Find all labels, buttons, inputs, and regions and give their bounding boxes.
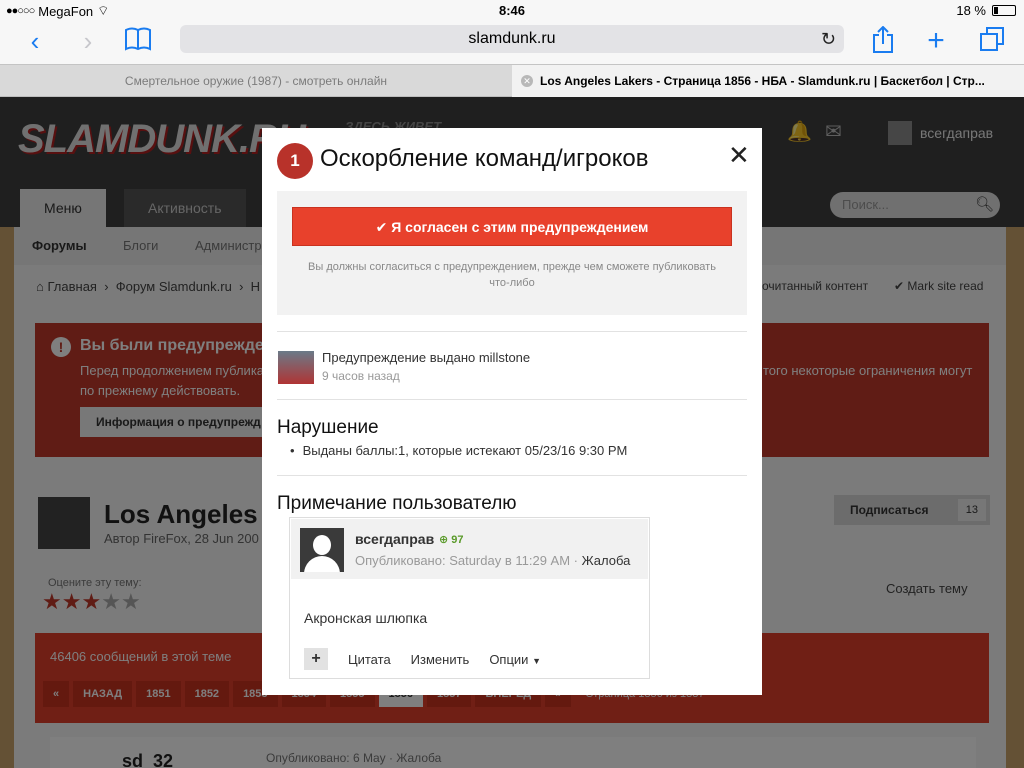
browser-toolbar: ‹ › slamdunk.ru ↻ + xyxy=(0,20,1024,64)
options-dropdown[interactable]: Опции ▼ xyxy=(489,652,541,667)
note-title: Примечание пользователю xyxy=(277,493,517,514)
note-actions: + Цитата Изменить Опции ▼ xyxy=(304,648,541,670)
browser-tab-active[interactable]: ✕ Los Angeles Lakers - Страница 1856 - Н… xyxy=(512,65,1024,97)
bookmarks-icon[interactable] xyxy=(121,26,155,60)
forward-icon[interactable]: › xyxy=(71,26,105,56)
quote-button[interactable]: Цитата xyxy=(348,652,391,667)
note-header: всегдаправ ⊕ 97 Опубликовано: Saturday в… xyxy=(291,519,648,579)
reload-icon[interactable]: ↻ xyxy=(821,25,836,53)
check-icon: ✔ xyxy=(375,219,388,235)
acknowledge-section: ✔ Я согласен с этим предупреждением Вы д… xyxy=(277,191,747,315)
warning-modal: 1 Оскорбление команд/игроков ✕ ✔ Я согла… xyxy=(262,128,762,695)
address-bar[interactable]: slamdunk.ru ↻ xyxy=(180,25,844,53)
clock: 8:46 xyxy=(498,3,526,18)
battery-percent: 18 % xyxy=(956,3,986,18)
user-note-post: всегдаправ ⊕ 97 Опубликовано: Saturday в… xyxy=(289,517,650,679)
acknowledge-warning-button[interactable]: ✔ Я согласен с этим предупреждением xyxy=(292,207,732,246)
violation-title: Нарушение xyxy=(277,417,379,438)
note-meta: Опубликовано: Saturday в 11:29 AM · Жало… xyxy=(355,553,631,568)
issued-time: 9 часов назад xyxy=(322,369,400,383)
browser-tab[interactable]: Смертельное оружие (1987) - смотреть онл… xyxy=(0,65,512,97)
status-bar: ●●○○○ MegaFon ⌔ 8:46 18 % xyxy=(0,0,1024,20)
back-icon[interactable]: ‹ xyxy=(18,26,52,56)
divider xyxy=(277,475,747,476)
close-tab-icon[interactable]: ✕ xyxy=(521,75,533,87)
url-text: slamdunk.ru xyxy=(468,30,556,47)
note-username[interactable]: всегдаправ xyxy=(355,531,434,547)
warning-points-badge: 1 xyxy=(277,143,313,179)
violation-item: Выданы баллы:1, которые истекают 05/23/1… xyxy=(290,443,628,458)
acknowledge-note: Вы должны согласиться с предупреждением,… xyxy=(308,261,716,289)
plus-circle-icon: ⊕ xyxy=(439,534,449,546)
divider xyxy=(277,331,747,332)
issuer-avatar[interactable] xyxy=(278,351,314,384)
tabs-overview-icon[interactable] xyxy=(975,26,1009,58)
issued-by: Предупреждение выдано millstone xyxy=(322,350,531,365)
divider xyxy=(277,399,747,400)
browser-tab-title: Los Angeles Lakers - Страница 1856 - НБА… xyxy=(540,74,985,88)
edit-button[interactable]: Изменить xyxy=(411,652,470,667)
modal-title: Оскорбление команд/игроков xyxy=(320,145,649,172)
close-icon[interactable]: ✕ xyxy=(728,142,750,168)
add-multiquote-button[interactable]: + xyxy=(304,648,328,670)
note-text: Акронская шлюпка xyxy=(304,610,428,626)
battery-icon xyxy=(992,5,1016,16)
avatar[interactable] xyxy=(300,528,344,572)
browser-tabs: Смертельное оружие (1987) - смотреть онл… xyxy=(0,64,1024,97)
caret-down-icon: ▼ xyxy=(532,655,541,666)
share-icon[interactable] xyxy=(866,25,900,60)
note-report-link[interactable]: Жалоба xyxy=(582,553,631,568)
reputation-badge: ⊕ 97 xyxy=(439,534,464,546)
new-tab-icon[interactable]: + xyxy=(919,26,953,56)
